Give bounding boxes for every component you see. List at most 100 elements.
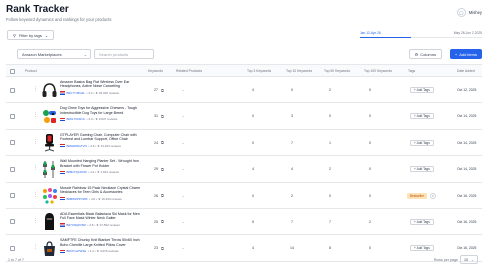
drag-handle-icon[interactable]: ⋮ [33,245,38,250]
row-checkbox[interactable] [10,140,15,146]
drag-handle-icon[interactable]: ⋮ [33,139,38,145]
chart-icon[interactable]: ⧉ [161,167,164,172]
product-meta: B0BWZPPVWK • 4.6 • ★ 16,233 reviews [60,197,122,201]
chart-icon[interactable]: ⧉ [161,140,164,145]
row-checkbox[interactable] [10,219,15,225]
marketplace-select[interactable]: Amazon Marketplaces ⌄ [17,49,91,59]
add-tags-button[interactable]: + Add Tags [410,166,434,173]
chart-icon[interactable]: ⧉ [161,219,164,224]
drag-handle-icon[interactable]: ⋮ [33,166,38,171]
add-tags-button[interactable]: + Add Tags [410,113,434,120]
top50-count: 0 [329,114,331,119]
drag-handle-icon[interactable]: ⋮ [33,113,38,118]
row-checkbox[interactable] [10,166,15,172]
user-menu[interactable]: ◯ Mishey [456,8,482,17]
flag-icon [60,170,65,174]
product-title[interactable]: Amazon Basics Bag Flat Wireless Over Ear… [60,80,146,89]
column-header-related[interactable]: Related Products [176,69,202,73]
product-thumbnail [41,133,58,152]
drag-handle-icon[interactable]: ⋮ [33,218,38,224]
product-title[interactable]: GTPLAYER Gaming Chair, Computer Chair wi… [60,133,146,142]
columns-button[interactable]: ⚙ Columns [408,49,442,59]
range-end-label: May 28-Jun 2 2025 [453,31,482,35]
keyword-count[interactable]: 24 [154,141,158,145]
product-asin[interactable]: B0BWZPPVWK [67,197,88,201]
column-header-product[interactable]: Product [25,69,37,73]
product-title[interactable]: SAMFTFE Chunky Knit Blanket Throw 50x60 … [60,238,146,247]
row-checkbox[interactable] [10,113,15,119]
top10-count: 2 [291,193,293,198]
column-header-top3[interactable]: Top 3 Keywords [247,69,271,73]
keyword-count[interactable]: 27 [154,88,158,92]
product-rating: • 4.6 • ★ 16,233 reviews [89,196,122,201]
product-thumbnail [41,107,58,126]
remove-tag-icon[interactable]: × [430,192,436,199]
chart-icon[interactable]: ⧉ [161,246,164,251]
product-asin[interactable]: B09L7VFD1C [67,117,86,121]
table-row[interactable]: ⋮ Wall Mounted Hanging Planter Set - Wrou… [6,156,482,183]
search-input[interactable] [94,49,154,59]
date-range-selector[interactable]: Jan 12-Apr 26 May 28-Jun 2 2025 [360,31,482,39]
column-header-date-added[interactable]: Date Added [457,69,475,73]
add-items-button[interactable]: + Add items [449,49,482,59]
range-track[interactable] [360,37,482,39]
keyword-count[interactable]: 29 [154,167,158,171]
top100-count: 0 [369,246,371,251]
table-row[interactable]: ⋮ Muscle Rainbow 15 Pack Necklace Crystal… [6,183,482,209]
filter-by-tags-button[interactable]: ⚲ Filter by tags ⌄ [7,30,55,40]
drag-handle-icon[interactable]: ⋮ [33,87,38,92]
column-header-top10[interactable]: Top 10 Keywords [286,69,312,73]
column-header-tags[interactable]: Tags [408,69,415,73]
product-meta: B0CF1LPW3H • 4.4 • ★ 3,015 reviews [60,249,119,253]
chevron-down-icon: ⌄ [44,32,49,38]
chart-icon[interactable]: ⧉ [161,114,164,119]
select-all-checkbox[interactable] [10,68,15,74]
column-header-top50[interactable]: Top 50 Keywords [324,69,350,73]
product-asin[interactable]: B0B1TQ1RXW [67,170,87,174]
product-title[interactable]: Dog Chew Toys for Aggressive Chewers - T… [60,106,146,115]
top10-count: 3 [291,114,293,119]
rows-per-page-select[interactable]: 10 ⌄ [460,255,478,264]
add-items-label: Add items [459,51,477,57]
top100-count: 0 [369,88,371,92]
column-header-top100[interactable]: Top 100 Keywords [364,69,392,73]
product-title[interactable]: ADA Essentials Black Balaclava Ski Mask … [60,212,146,221]
add-tags-button[interactable]: + Add Tags [410,245,434,252]
column-header-keywords[interactable]: Keywords [148,69,163,73]
row-checkbox[interactable] [10,87,15,93]
date-added: Oct 14, 2025 [457,140,477,145]
keyword-count[interactable]: 23 [154,246,158,250]
table-row[interactable]: ⋮ ADA Essentials Black Balaclava Ski Mask… [6,209,482,236]
table-footer: 1 to 7 of 7 Rows per page 10 ⌄ [6,254,482,266]
table-header: Product Keywords Related Products Top 3 … [6,65,482,77]
related-products: – [182,167,184,172]
add-tags-button[interactable]: + Add Tags [410,139,434,146]
chart-icon[interactable]: ⧉ [161,193,164,198]
products-table: Product Keywords Related Products Top 3 … [6,64,482,262]
keyword-count[interactable]: 31 [154,114,158,118]
page-subtitle: Follow keyword dynamics and rankings for… [6,17,112,22]
product-title[interactable]: Muscle Rainbow 15 Pack Necklace Crystal … [60,186,146,195]
date-added: Oct 14, 2025 [457,114,477,119]
product-meta: B0B1TQ1RXW • 4.2 • ★ 1,812 reviews [60,170,119,174]
product-asin[interactable]: B0CF1LPW3H [67,249,87,253]
product-asin[interactable]: B0C7Y45G2L [67,91,86,95]
product-title[interactable]: Wall Mounted Hanging Planter Set - Wroug… [60,159,146,168]
add-tags-button[interactable]: + Add Tags [410,87,434,93]
row-checkbox[interactable] [10,193,15,199]
product-asin[interactable]: B07C9QZVRZ [67,223,86,227]
add-tags-button[interactable]: + Add Tags [410,218,434,225]
top10-count: 0 [291,88,293,92]
page-title: Rank Tracker [6,4,69,15]
table-row[interactable]: ⋮ Amazon Basics Bag Flat Wireless Over Ea… [6,77,482,104]
product-asin[interactable]: B08HMSGTVN [67,144,87,148]
table-row[interactable]: ⋮ Dog Chew Toys for Aggressive Chewers - … [6,103,482,130]
related-products: – [182,219,184,224]
table-row[interactable]: ⋮ GTPLAYER Gaming Chair, Computer Chair w… [6,130,482,157]
keyword-count[interactable]: 25 [154,220,158,224]
related-products: – [182,140,184,145]
drag-handle-icon[interactable]: ⋮ [33,192,38,198]
row-checkbox[interactable] [10,245,15,251]
chart-icon[interactable]: ⧉ [161,88,164,93]
keyword-count[interactable]: 26 [154,194,158,198]
